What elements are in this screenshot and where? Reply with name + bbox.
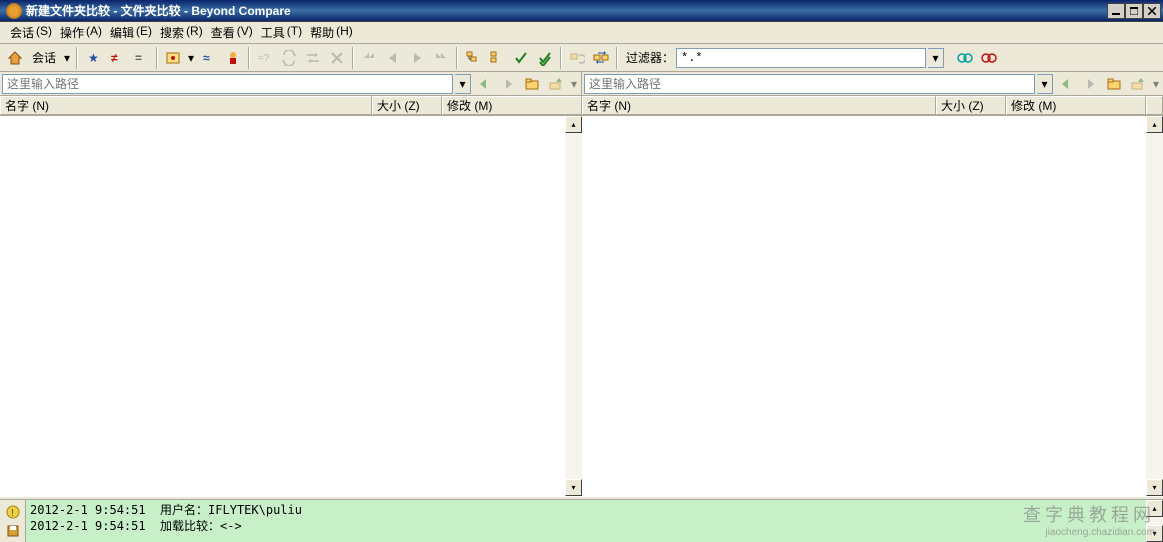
warning-icon: !	[6, 505, 20, 519]
right-col-name[interactable]: 名字 (N)	[582, 96, 936, 115]
svg-text:=: =	[135, 51, 142, 65]
scroll-up-button[interactable]: ▴	[1146, 116, 1163, 133]
scroll-up-button[interactable]: ▴	[1146, 500, 1163, 517]
right-file-list[interactable]	[582, 116, 1146, 496]
left-back-button[interactable]	[473, 73, 495, 95]
app-icon	[6, 3, 22, 19]
right-forward-button[interactable]	[1079, 73, 1101, 95]
swap-button[interactable]	[590, 47, 612, 69]
suppress-filters-button[interactable]	[978, 47, 1000, 69]
left-up-dropdown[interactable]: ▾	[569, 77, 579, 91]
copy-right-all-button[interactable]	[430, 47, 452, 69]
log-line: 2012-2-1 9:54:51 用户名：IFLYTEK\puliu	[30, 502, 1142, 518]
filter-dropdown[interactable]: ▾	[928, 48, 944, 68]
left-up-button[interactable]	[545, 73, 567, 95]
right-col-size[interactable]: 大小 (Z)	[936, 96, 1006, 115]
right-up-dropdown[interactable]: ▾	[1151, 77, 1161, 91]
show-all-button[interactable]: ★	[82, 47, 104, 69]
show-same-button[interactable]: =	[130, 47, 152, 69]
menu-help[interactable]: 帮助(H)	[306, 22, 357, 43]
menu-tools[interactable]: 工具(T)	[257, 22, 306, 43]
menu-operate[interactable]: 操作(A)	[56, 22, 106, 43]
collapse-all-button[interactable]	[486, 47, 508, 69]
left-browse-button[interactable]	[521, 73, 543, 95]
svg-text:≈: ≈	[203, 51, 210, 65]
expand-all-button[interactable]	[462, 47, 484, 69]
session-label: 会话	[28, 49, 60, 66]
session-dropdown[interactable]: ▾	[62, 51, 72, 65]
right-path-input[interactable]	[584, 74, 1035, 94]
scroll-down-button[interactable]: ▾	[1146, 479, 1163, 496]
left-file-list[interactable]	[0, 116, 565, 496]
sync-button[interactable]	[278, 47, 300, 69]
compare-equals-button[interactable]: =?	[254, 47, 276, 69]
exchange-button[interactable]	[302, 47, 324, 69]
left-col-modified[interactable]: 修改 (M)	[442, 96, 582, 115]
right-scrollbar[interactable]: ▴ ▾	[1146, 116, 1163, 496]
ignore-unimportant-button[interactable]: ≈	[198, 47, 220, 69]
svg-text:≠: ≠	[111, 51, 118, 65]
show-struct-dropdown[interactable]: ▾	[186, 51, 196, 65]
close-button[interactable]	[1143, 3, 1161, 19]
log-scrollbar[interactable]: ▴ ▾	[1146, 500, 1163, 542]
copy-right-button[interactable]	[406, 47, 428, 69]
menu-session[interactable]: 会话(S)	[6, 22, 56, 43]
content-area: ▴ ▾ ▴ ▾	[0, 116, 1163, 496]
show-struct-button[interactable]	[162, 47, 184, 69]
filter-label: 过滤器：	[626, 49, 674, 66]
scroll-track[interactable]	[1146, 133, 1163, 479]
save-icon	[6, 524, 20, 538]
right-browse-button[interactable]	[1103, 73, 1125, 95]
log-panel: ! 2012-2-1 9:54:51 用户名：IFLYTEK\puliu 201…	[0, 500, 1163, 542]
scroll-track[interactable]	[565, 133, 582, 479]
minimize-button[interactable]	[1107, 3, 1125, 19]
home-button[interactable]	[4, 47, 26, 69]
rules-button[interactable]	[222, 47, 244, 69]
copy-left-button[interactable]	[382, 47, 404, 69]
maximize-button[interactable]	[1125, 3, 1143, 19]
filter-input[interactable]	[676, 48, 926, 68]
log-line: 2012-2-1 9:54:51 加载比较：<->	[30, 518, 1142, 534]
path-row: ▾ ▾ ▾ ▾	[0, 72, 1163, 96]
select-all-button[interactable]	[510, 47, 532, 69]
toggle-filters-button[interactable]	[954, 47, 976, 69]
left-path-input[interactable]	[2, 74, 453, 94]
column-headers: 名字 (N) 大小 (Z) 修改 (M) 名字 (N) 大小 (Z) 修改 (M…	[0, 96, 1163, 116]
log-lines[interactable]: 2012-2-1 9:54:51 用户名：IFLYTEK\puliu 2012-…	[26, 500, 1146, 542]
window-title: 新建文件夹比较 - 文件夹比较 - Beyond Compare	[26, 2, 1107, 19]
refresh-button[interactable]	[566, 47, 588, 69]
right-back-button[interactable]	[1055, 73, 1077, 95]
menu-search[interactable]: 搜索(R)	[156, 22, 207, 43]
left-path-dropdown[interactable]: ▾	[455, 74, 471, 94]
svg-text:★: ★	[88, 51, 99, 65]
right-col-modified[interactable]: 修改 (M)	[1006, 96, 1146, 115]
left-col-size[interactable]: 大小 (Z)	[372, 96, 442, 115]
svg-text:=?: =?	[258, 53, 270, 64]
scroll-down-button[interactable]: ▾	[565, 479, 582, 496]
left-col-name[interactable]: 名字 (N)	[0, 96, 372, 115]
right-up-button[interactable]	[1127, 73, 1149, 95]
right-path-dropdown[interactable]: ▾	[1037, 74, 1053, 94]
svg-text:!: !	[11, 508, 14, 519]
select-files-button[interactable]	[534, 47, 556, 69]
left-scrollbar[interactable]: ▴ ▾	[565, 116, 582, 496]
toolbar: 会话 ▾ ★ ≠ = ▾ ≈ =? 过滤器： ▾	[0, 44, 1163, 72]
copy-left-all-button[interactable]	[358, 47, 380, 69]
menubar: 会话(S) 操作(A) 编辑(E) 搜索(R) 查看(V) 工具(T) 帮助(H…	[0, 22, 1163, 44]
delete-button[interactable]	[326, 47, 348, 69]
scroll-up-button[interactable]: ▴	[565, 116, 582, 133]
menu-edit[interactable]: 编辑(E)	[106, 22, 156, 43]
scroll-down-button[interactable]: ▾	[1146, 525, 1163, 542]
scroll-corner	[1146, 96, 1163, 115]
menu-view[interactable]: 查看(V)	[207, 22, 257, 43]
show-diff-button[interactable]: ≠	[106, 47, 128, 69]
scroll-track[interactable]	[1146, 517, 1163, 525]
left-forward-button[interactable]	[497, 73, 519, 95]
titlebar: 新建文件夹比较 - 文件夹比较 - Beyond Compare	[0, 0, 1163, 22]
